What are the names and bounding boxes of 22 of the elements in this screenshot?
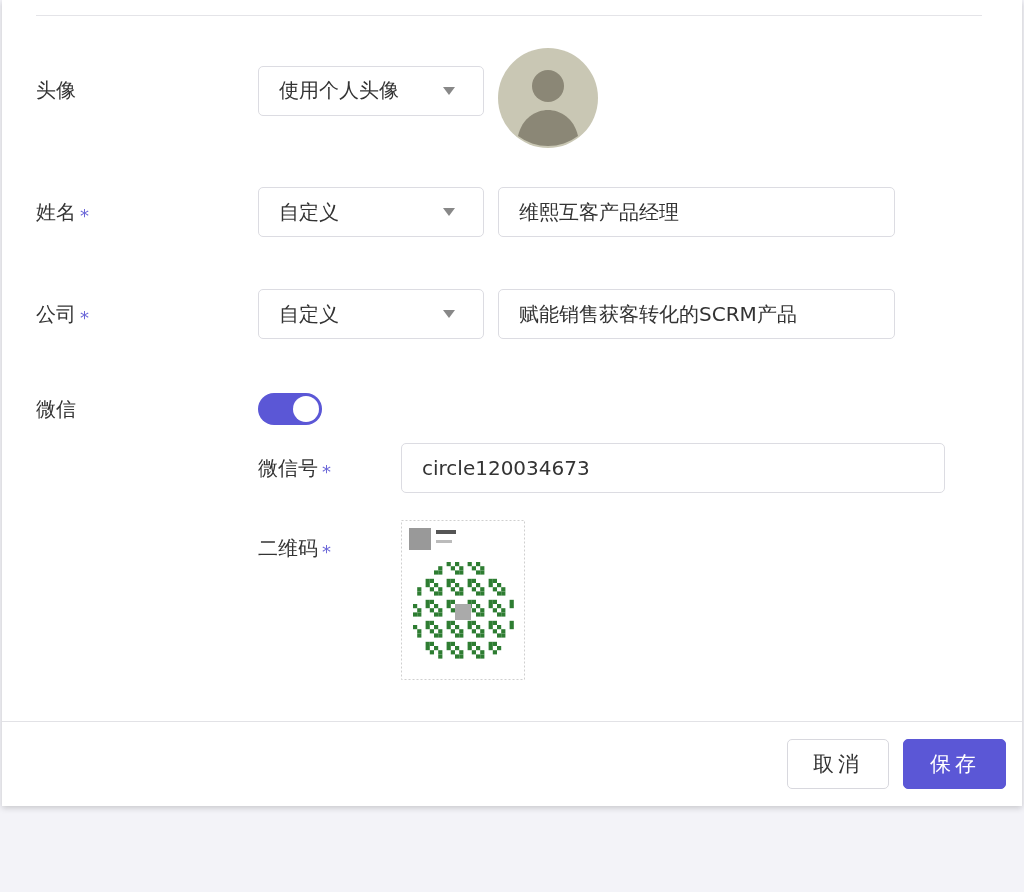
dropdown-select[interactable]: 使用个人头像 — [258, 65, 484, 116]
field-label: 微信号 — [258, 454, 318, 482]
dropdown-select[interactable]: 自定义 — [258, 187, 484, 237]
required-mark: * — [322, 540, 331, 562]
field-label: 姓名 — [36, 198, 76, 226]
field-label: 微信 — [36, 395, 76, 423]
required-mark: * — [80, 204, 89, 226]
text-field[interactable]: 赋能销售获客转化的SCRM产品 — [498, 289, 895, 339]
dropdown-select[interactable]: 自定义 — [258, 289, 484, 339]
field-label: 头像 — [36, 77, 76, 105]
required-mark: * — [322, 460, 331, 482]
field-label: 公司 — [36, 300, 76, 328]
save-button[interactable]: 保存 — [903, 739, 1006, 789]
required-mark: * — [80, 306, 89, 328]
toggle-switch[interactable] — [258, 393, 322, 425]
field-label: 二维码 — [258, 534, 318, 562]
caret-icon — [443, 208, 455, 216]
text-field[interactable]: circle120034673 — [401, 443, 945, 493]
text-field[interactable]: 维熙互客产品经理 — [498, 187, 895, 237]
cancel-button[interactable]: 取消 — [787, 739, 889, 789]
caret-icon — [443, 86, 455, 95]
caret-icon — [443, 310, 455, 318]
